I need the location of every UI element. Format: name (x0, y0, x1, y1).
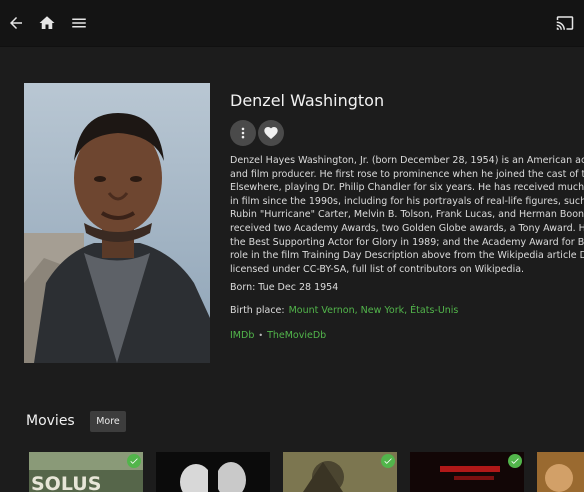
bio-line: the Best Supporting Actor for Glory in 1… (230, 236, 584, 248)
person-portrait (24, 83, 210, 363)
movie-card[interactable] (156, 452, 270, 492)
heart-icon (264, 127, 278, 139)
more-options-button[interactable] (230, 120, 256, 146)
birth-place-link[interactable]: Mount Vernon, New York, États-Unis (289, 305, 459, 316)
birth-date: Born: Tue Dec 28 1954 (230, 282, 339, 293)
birth-place-label: Birth place: (230, 305, 285, 316)
cast-icon[interactable] (554, 12, 576, 34)
bio-line: licensed under CC-BY-SA, full list of co… (230, 263, 525, 274)
check-icon (511, 458, 519, 464)
check-icon (130, 458, 138, 464)
bio-line: Denzel Hayes Washington, Jr. (born Decem… (230, 155, 584, 166)
imdb-link[interactable]: IMDb (230, 330, 254, 341)
person-biography: Denzel Hayes Washington, Jr. (born Decem… (230, 154, 584, 274)
watched-check (381, 454, 395, 468)
bio-line: Rubin "Hurricane" Carter, Melvin B. Tols… (230, 209, 584, 221)
back-arrow-icon[interactable] (5, 12, 27, 34)
birth-place-row: Birth place: Mount Vernon, New York, État… (230, 305, 458, 316)
movies-section-title: Movies (26, 413, 75, 429)
link-separator: • (258, 331, 264, 340)
more-vertical-icon (241, 127, 245, 139)
bio-line: role in the film Training Day Descriptio… (230, 250, 584, 262)
watched-check (127, 454, 141, 468)
menu-icon[interactable] (68, 12, 90, 34)
person-name: Denzel Washington (230, 91, 385, 110)
top-app-bar (0, 0, 584, 47)
more-movies-button[interactable]: More (90, 411, 126, 432)
bio-line: received two Academy Awards, two Golden … (230, 222, 584, 234)
bio-line: and film producer. He first rose to prom… (230, 168, 584, 180)
watched-check (508, 454, 522, 468)
themoviedb-link[interactable]: TheMovieDb (267, 330, 326, 341)
movie-card[interactable] (283, 452, 397, 492)
poster-title: SOLUS (31, 473, 101, 492)
external-links: IMDb • TheMovieDb (230, 330, 326, 341)
bio-line: Elsewhere, playing Dr. Philip Chandler f… (230, 182, 584, 194)
bio-line: in film since the 1990s, including for h… (230, 195, 584, 207)
movie-card[interactable] (537, 452, 584, 492)
movie-card[interactable] (410, 452, 524, 492)
movie-card[interactable]: SOLUS (29, 452, 143, 492)
home-icon[interactable] (36, 12, 58, 34)
favorite-button[interactable] (258, 120, 284, 146)
check-icon (384, 458, 392, 464)
